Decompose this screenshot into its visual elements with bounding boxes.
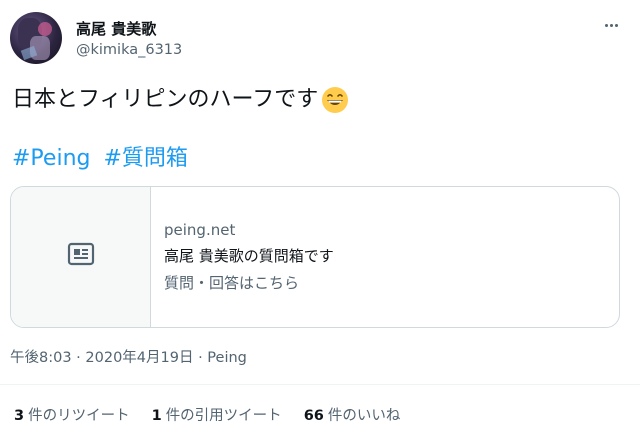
likes-label: 件のいいね — [327, 408, 401, 424]
card-thumbnail — [11, 187, 151, 327]
more-options-icon[interactable] — [598, 14, 624, 36]
avatar-shape — [38, 22, 52, 36]
avatar[interactable] — [10, 12, 62, 64]
divider — [0, 384, 640, 385]
likes-stat[interactable]: 66 件のいいね — [304, 404, 401, 425]
quotes-label: 件の引用ツイート — [165, 408, 282, 424]
card-title: 高尾 貴美歌の質問箱です — [164, 247, 334, 265]
card-description: 質問・回答はこちら — [164, 274, 300, 292]
retweets-stat[interactable]: 3 件のリツイート — [14, 404, 130, 425]
article-icon — [67, 242, 95, 272]
hashtag-link[interactable]: #質問箱 — [103, 146, 187, 171]
hashtags: #Peing #質問箱 — [12, 144, 194, 174]
tweet-timestamp[interactable]: 午後8:03 · 2020年4月19日 · Peing — [10, 346, 247, 367]
display-name[interactable]: 高尾 貴美歌 — [76, 18, 156, 39]
tweet-text: 日本とフィリピンのハーフです — [12, 84, 350, 116]
grinning-face-emoji-icon — [320, 85, 350, 115]
quotes-stat[interactable]: 1 件の引用ツイート — [152, 404, 282, 425]
retweets-label: 件のリツイート — [28, 408, 130, 424]
card-body: peing.net 高尾 貴美歌の質問箱です 質問・回答はこちら — [151, 187, 334, 327]
link-preview-card[interactable]: peing.net 高尾 貴美歌の質問箱です 質問・回答はこちら — [10, 186, 620, 328]
engagement-stats: 3 件のリツイート 1 件の引用ツイート 66 件のいいね — [14, 404, 400, 425]
tweet-text-body: 日本とフィリピンのハーフです — [12, 87, 319, 112]
retweets-count: 3 — [14, 408, 25, 424]
quotes-count: 1 — [151, 408, 162, 424]
likes-count: 66 — [303, 408, 324, 424]
hashtag-link[interactable]: #Peing — [12, 146, 90, 171]
user-handle[interactable]: @kimika_6313 — [76, 42, 182, 58]
card-domain: peing.net — [164, 221, 236, 239]
